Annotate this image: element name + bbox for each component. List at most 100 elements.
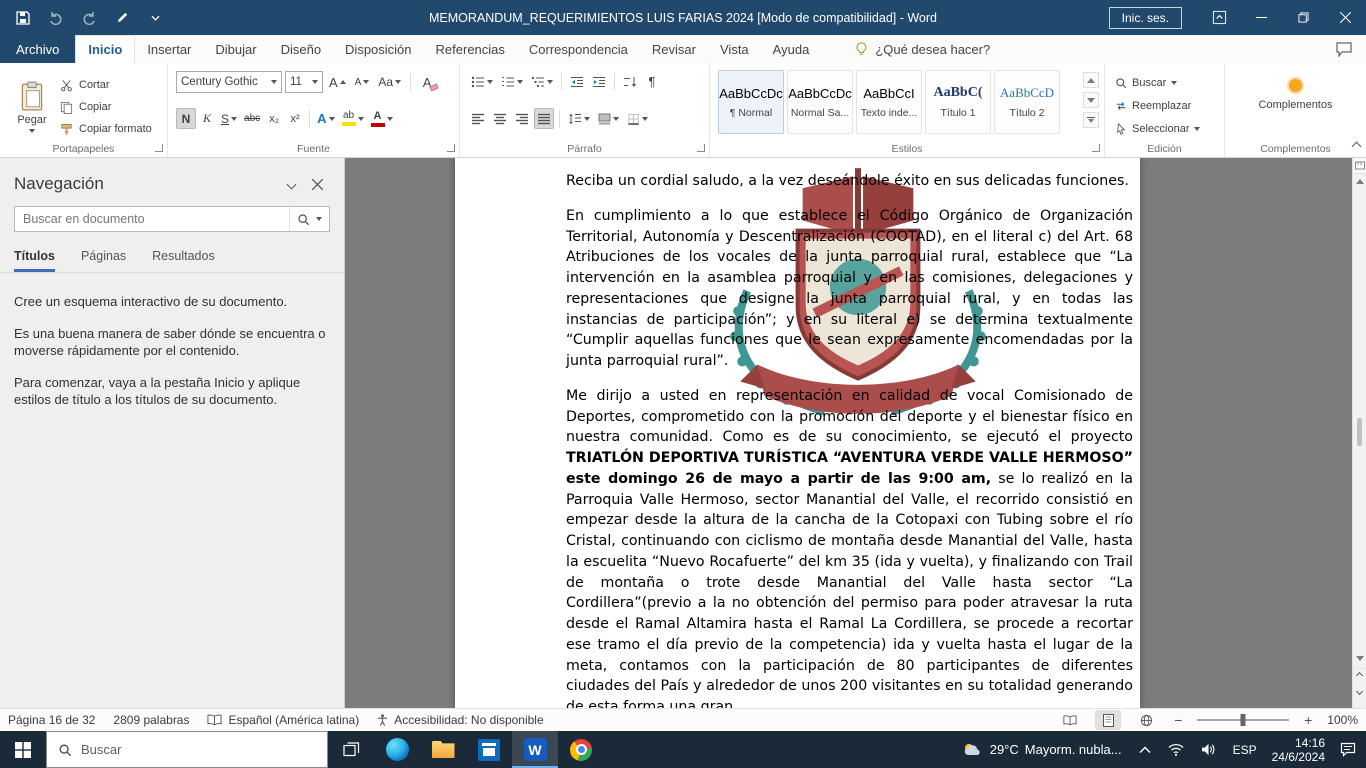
justify-button[interactable] [534,108,554,129]
ink-pen-icon[interactable] [113,9,131,27]
line-spacing-button[interactable] [565,108,593,129]
vertical-scrollbar[interactable] [1352,158,1366,708]
style-no-spacing[interactable]: AaBbCcDc Normal Sa... [787,70,853,134]
paragraph-dialog-launcher[interactable] [697,144,705,152]
style-normal[interactable]: AaBbCcDc ¶ Normal [718,70,784,134]
start-button[interactable] [0,731,46,768]
tab-referencias[interactable]: Referencias [424,35,517,63]
copy-button[interactable]: Copiar [60,97,111,117]
task-view-button[interactable] [328,731,374,768]
text-highlight-button[interactable]: ab [339,108,367,129]
paste-button[interactable]: Pegar [8,70,56,144]
document-paragraph[interactable]: En cumplimiento a lo que establece el Có… [566,206,1133,372]
scroll-down-arrow[interactable] [1353,651,1366,666]
hidden-icons-button[interactable] [1137,731,1153,768]
grow-font-button[interactable]: A [326,72,349,93]
superscript-button[interactable]: x² [285,108,305,129]
underline-button[interactable]: S [218,108,240,129]
accessibility-status[interactable]: Accesibilidad: No disponible [377,713,543,727]
word-taskbar-button[interactable]: W [512,731,558,768]
styles-gallery-more-icon[interactable] [1083,112,1099,128]
scroll-up-arrow[interactable] [1353,174,1366,189]
format-painter-button[interactable]: Copiar formato [60,119,152,139]
clipboard-dialog-launcher[interactable] [155,144,163,152]
network-button[interactable] [1166,731,1186,768]
tab-ayuda[interactable]: Ayuda [761,35,822,63]
styles-scroll-down-icon[interactable] [1083,92,1099,108]
replace-button[interactable]: Reemplazar [1115,96,1191,116]
language-indicator[interactable]: ESP [1231,731,1259,768]
select-button[interactable]: Seleccionar [1115,119,1200,139]
web-layout-button[interactable] [1133,710,1159,730]
document-paragraph[interactable]: Me dirijo a usted en representación en c… [566,386,1133,708]
file-explorer-taskbar-button[interactable] [420,731,466,768]
save-icon[interactable] [14,9,32,27]
restore-button[interactable] [1282,0,1324,35]
decrease-indent-button[interactable] [567,71,587,92]
multilevel-list-button[interactable] [528,71,556,92]
clock[interactable]: 14:16 24/6/2024 [1272,736,1325,764]
zoom-slider-thumb[interactable] [1241,714,1246,726]
ruler-toggle-icon[interactable] [1353,158,1366,174]
search-icon[interactable] [297,213,310,226]
zoom-slider[interactable] [1197,719,1289,721]
change-case-button[interactable]: Aa [375,72,404,93]
tab-dibujar[interactable]: Dibujar [203,35,268,63]
show-paragraph-marks-button[interactable]: ¶ [642,71,662,92]
nav-tab-titulos[interactable]: Títulos [14,249,55,272]
zoom-level[interactable]: 100% [1327,713,1358,727]
addins-button[interactable]: Complementos [1249,75,1343,115]
subscript-button[interactable]: x₂ [264,108,284,129]
find-button[interactable]: Buscar [1115,73,1177,93]
print-layout-button[interactable] [1095,710,1121,730]
tab-correspondencia[interactable]: Correspondencia [517,35,640,63]
next-page-button[interactable] [1353,684,1366,698]
collapse-ribbon-icon[interactable] [1353,141,1360,153]
scrollbar-thumb[interactable] [1357,418,1362,446]
tab-archivo[interactable]: Archivo [0,35,75,63]
volume-button[interactable] [1199,731,1218,768]
sort-button[interactable] [620,71,640,92]
tab-revisar[interactable]: Revisar [640,35,708,63]
word-count[interactable]: 2809 palabras [113,713,189,727]
align-left-button[interactable] [468,108,488,129]
search-options-dropdown-icon[interactable] [316,217,322,221]
styles-dialog-launcher[interactable] [1092,144,1100,152]
customize-quick-access-icon[interactable] [146,9,164,27]
weather-widget[interactable]: 29°C Mayorm. nubla... [960,731,1124,768]
redo-icon[interactable] [80,9,98,27]
tell-me-box[interactable]: ¿Qué desea hacer? [855,35,990,63]
style-heading-1[interactable]: AaBbC( Título 1 [925,70,991,134]
chrome-taskbar-button[interactable] [558,731,604,768]
cut-button[interactable]: Cortar [60,75,110,95]
zoom-out-button[interactable]: − [1171,713,1185,727]
taskbar-search-box[interactable] [46,731,328,768]
tab-insertar[interactable]: Insertar [135,35,203,63]
font-dialog-launcher[interactable] [447,144,455,152]
numbering-button[interactable] [498,71,526,92]
page-indicator[interactable]: Página 16 de 32 [8,713,95,727]
tab-diseno[interactable]: Diseño [269,35,333,63]
minimize-button[interactable] [1240,0,1282,35]
navigation-pane-close-icon[interactable] [304,173,330,195]
clear-formatting-button[interactable]: A [417,72,437,93]
edge-taskbar-button[interactable] [374,731,420,768]
tab-disposicion[interactable]: Disposición [333,35,423,63]
proofing-status[interactable]: Español (América latina) [207,713,359,727]
font-family-combo[interactable]: Century Gothic [176,71,282,93]
italic-button[interactable]: K [197,108,217,129]
align-right-button[interactable] [512,108,532,129]
shrink-font-button[interactable]: A [352,72,373,93]
zoom-in-button[interactable]: + [1301,713,1315,727]
borders-button[interactable] [624,108,651,129]
tab-inicio[interactable]: Inicio [75,35,135,63]
tab-vista[interactable]: Vista [708,35,761,63]
nav-tab-resultados[interactable]: Resultados [152,249,215,272]
document-page[interactable]: Reciba un cordial saludo, a la vez deseá… [455,158,1140,708]
ribbon-display-options-icon[interactable] [1198,0,1240,35]
styles-scroll-up-icon[interactable] [1083,72,1099,88]
font-size-combo[interactable]: 11 [285,71,323,93]
align-center-button[interactable] [490,108,510,129]
style-heading-2[interactable]: AaBbCcD Título 2 [994,70,1060,134]
text-effects-button[interactable]: A [314,108,337,129]
